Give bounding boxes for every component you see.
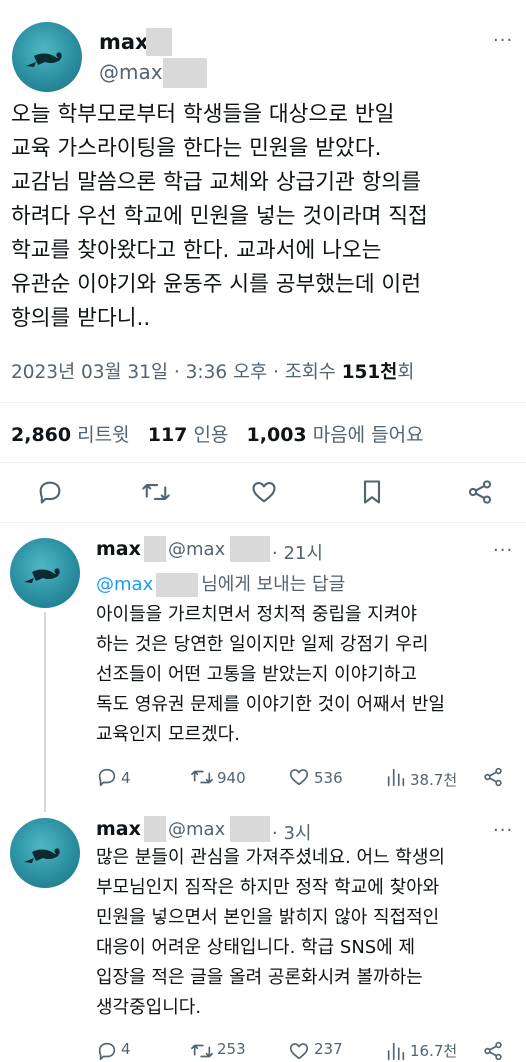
tweet-meta: 2023년 03월 31일 · 3:36 오후 · 조회수 151천회 (11, 358, 414, 384)
likes-stat[interactable]: 1,003 마음에 들어요 (247, 424, 424, 446)
tweet-timestamp[interactable]: 2023년 03월 31일 · 3:36 오후 · 조회수 (11, 362, 342, 383)
reply-line: 선조들이 어떤 고통을 받았는지 이야기하고 (96, 664, 417, 685)
reply-icon[interactable] (96, 766, 118, 788)
replying-to-suffix: 님에게 보내는 답글 (201, 574, 346, 595)
more-options-icon[interactable]: ··· (493, 540, 513, 561)
reply-line: 하는 것은 당연한 일이지만 일제 강점기 우리 (96, 634, 429, 655)
reply-author-handle[interactable]: @max (168, 539, 225, 560)
retweet-count: 253 (217, 1040, 246, 1058)
reply-avatar[interactable] (10, 538, 80, 608)
views-icon[interactable] (385, 766, 407, 788)
author-name[interactable]: max (99, 30, 149, 54)
retweet-icon[interactable] (141, 478, 171, 506)
tweet-line: 항의를 받다니.. (11, 306, 151, 331)
more-options-icon[interactable]: ··· (493, 820, 513, 841)
share-icon[interactable] (482, 766, 504, 788)
view-count: 151천 (341, 362, 398, 383)
reply-line: 부모님인지 짐작은 하지만 정작 학교에 찾아와 (96, 877, 440, 898)
retweet-count: 940 (217, 769, 246, 787)
engagement-stats: 2,860 리트윗 117 인용 1,003 마음에 들어요 (11, 420, 424, 447)
view-count: 38.7천 (410, 771, 458, 789)
reply-body: 아이들을 가르치면서 정치적 중립을 지켜야 하는 것은 당연한 일이지만 일제… (96, 600, 521, 750)
like-icon[interactable] (250, 478, 278, 506)
tweet-line: 하려다 우선 학교에 민원을 넣는 것이라며 직접 (11, 204, 428, 229)
reply-count: 4 (121, 1040, 131, 1058)
reply-icon[interactable] (96, 1040, 118, 1062)
reply-body: 많은 분들이 관심을 가져주셨네요. 어느 학생의 부모님인지 짐작은 하지만 … (96, 843, 521, 1023)
thread-line (44, 612, 46, 812)
redacted-handle (230, 536, 270, 562)
diver-silhouette-icon (26, 52, 62, 67)
reply-time[interactable]: · 3시 (272, 819, 311, 845)
divider (0, 522, 526, 523)
replying-to-handle[interactable]: @max (96, 574, 153, 595)
reply-line: 생각중입니다. (96, 997, 202, 1018)
divider (0, 462, 526, 463)
tweet-body: 오늘 학부모로부터 학생들을 대상으로 반일 교육 가스라이팅을 한다는 민원을… (11, 98, 521, 336)
author-handle[interactable]: @max (99, 60, 163, 84)
author-avatar[interactable] (12, 22, 82, 92)
quotes-stat[interactable]: 117 인용 (148, 424, 229, 446)
more-options-icon[interactable]: ··· (493, 30, 513, 51)
reply-icon[interactable] (36, 478, 64, 506)
redacted-handle (163, 58, 207, 88)
bookmark-icon[interactable] (359, 478, 385, 506)
share-icon[interactable] (466, 478, 494, 506)
reply-line: 독도 영유권 문제를 이야기한 것이 어째서 반일 (96, 694, 445, 715)
tweet-line: 교감님 말씀으론 학급 교체와 상급기관 항의를 (11, 170, 421, 195)
reply-line: 민원을 넣으면서 본인을 밝히지 않아 직접적인 (96, 907, 440, 928)
tweet-line: 오늘 학부모로부터 학생들을 대상으로 반일 (11, 102, 395, 127)
like-count: 237 (314, 1040, 343, 1058)
retweet-icon[interactable] (190, 766, 214, 788)
tweet-line: 학교를 찾아왔다고 한다. 교과서에 나오는 (11, 238, 382, 263)
reply-avatar[interactable] (10, 818, 80, 888)
reply-line: 아이들을 가르치면서 정치적 중립을 지켜야 (96, 604, 417, 625)
like-count: 536 (314, 769, 343, 787)
diver-silhouette-icon (24, 848, 60, 863)
redacted-handle (156, 573, 199, 597)
redacted-handle (230, 816, 270, 842)
reply-line: 많은 분들이 관심을 가져주셨네요. 어느 학생의 (96, 847, 445, 868)
retweets-stat[interactable]: 2,860 리트윗 (11, 424, 130, 446)
share-icon[interactable] (482, 1040, 504, 1062)
view-suffix: 회 (397, 362, 415, 383)
reply-line: 교육인지 모르겠다. (96, 724, 240, 745)
replying-to: @max 님에게 보내는 답글 (96, 570, 345, 597)
views-icon[interactable] (385, 1040, 407, 1062)
redacted-name (144, 536, 166, 562)
divider (0, 402, 526, 403)
redacted-name (146, 28, 172, 56)
reply-line: 입장을 적은 글을 올려 공론화시켜 볼까하는 (96, 967, 423, 988)
reply-author-handle[interactable]: @max (168, 819, 225, 840)
reply-time[interactable]: · 21시 (272, 539, 323, 565)
reply-author-name[interactable]: max (96, 818, 141, 840)
like-icon[interactable] (288, 766, 310, 788)
redacted-name (144, 816, 166, 842)
reply-count: 4 (121, 769, 131, 787)
retweet-icon[interactable] (190, 1040, 214, 1062)
view-count: 16.7천 (410, 1042, 458, 1060)
like-icon[interactable] (288, 1040, 310, 1062)
diver-silhouette-icon (24, 568, 60, 583)
tweet-line: 유관순 이야기와 윤동주 시를 공부했는데 이런 (11, 272, 421, 297)
reply-author-name[interactable]: max (96, 538, 141, 560)
reply-line: 대응이 어려운 상태입니다. 학급 SNS에 제 (96, 937, 416, 958)
tweet-line: 교육 가스라이팅을 한다는 민원을 받았다. (11, 136, 382, 161)
